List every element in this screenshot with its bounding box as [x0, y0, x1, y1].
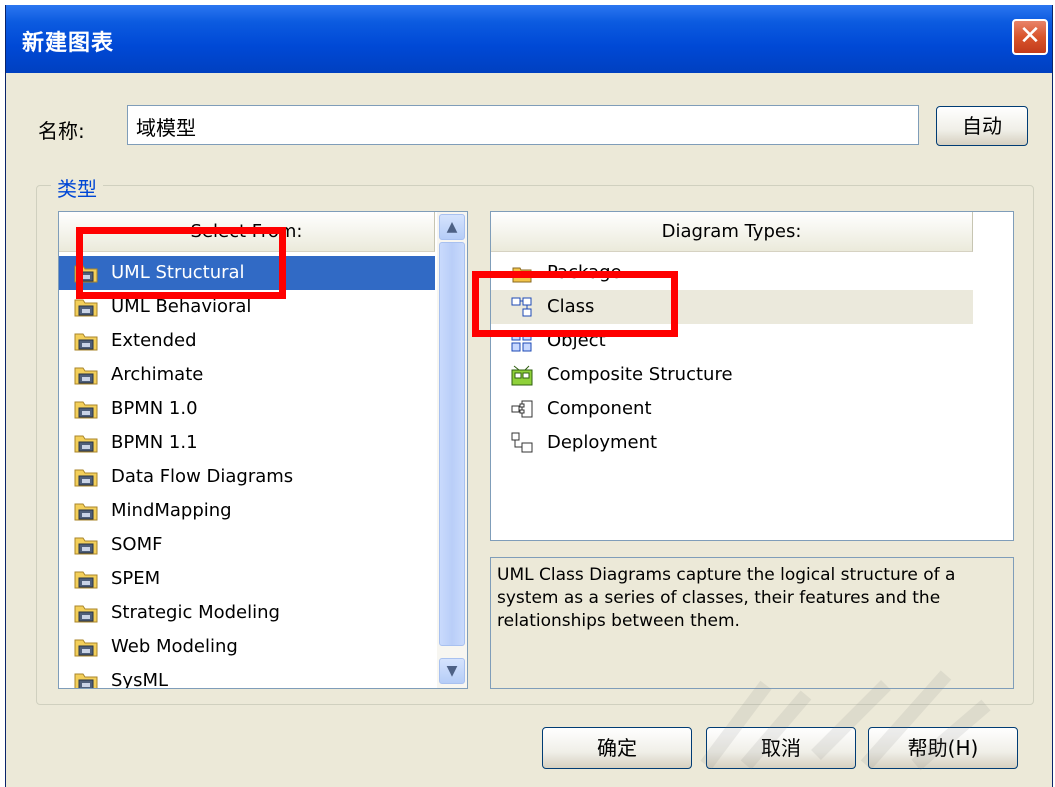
list-item-label: Archimate [111, 364, 204, 385]
close-icon: ✕ [1019, 21, 1041, 51]
list-item-label: Extended [111, 330, 197, 351]
deployment-diagram-icon [511, 432, 533, 453]
folder-package-icon [74, 435, 98, 453]
list-item[interactable]: SysML [59, 664, 435, 689]
folder-package-icon [74, 503, 98, 521]
folder-package-icon [74, 333, 98, 351]
list-item-label: SPEM [111, 568, 161, 589]
list-item-label: Data Flow Diagrams [111, 466, 294, 487]
folder-package-icon [74, 673, 98, 688]
list-item-label: SOMF [111, 534, 163, 555]
composite-structure-icon [511, 365, 533, 386]
list-item[interactable]: MindMapping [59, 494, 435, 528]
diagram-types-header[interactable]: Diagram Types: [491, 212, 973, 252]
diagram-types-list[interactable]: Diagram Types: Package Class Object Composi… [490, 211, 1014, 541]
diagram-type-item[interactable]: Component [491, 392, 973, 426]
diagram-type-item[interactable]: Composite Structure [491, 358, 973, 392]
list-item[interactable]: Strategic Modeling [59, 596, 435, 630]
auto-button[interactable]: 自动 [936, 106, 1028, 146]
scroll-up-button[interactable]: ▲ [439, 214, 465, 240]
scroll-thumb[interactable] [439, 242, 465, 646]
diagram-type-label: Composite Structure [547, 364, 733, 385]
name-label: 名称: [38, 119, 85, 143]
title-bar[interactable]: 新建图表 ✕ [6, 5, 1052, 73]
folder-package-icon [74, 401, 98, 419]
list-item-label: Strategic Modeling [111, 602, 280, 623]
highlight-class [472, 271, 678, 337]
close-button[interactable]: ✕ [1012, 19, 1048, 55]
list-item-label: MindMapping [111, 500, 232, 521]
folder-package-icon [74, 571, 98, 589]
list-item-label: BPMN 1.0 [111, 398, 198, 419]
type-group-title: 类型 [51, 173, 103, 202]
dialog-title: 新建图表 [22, 31, 115, 56]
list-item[interactable]: BPMN 1.1 [59, 426, 435, 460]
list-item[interactable]: SPEM [59, 562, 435, 596]
diagram-type-label: Component [547, 398, 652, 419]
folder-package-icon [74, 605, 98, 623]
diagram-type-item[interactable]: Deployment [491, 426, 973, 460]
name-input[interactable]: 域模型 [127, 105, 919, 145]
list-item[interactable]: Web Modeling [59, 630, 435, 664]
list-item[interactable]: Archimate [59, 358, 435, 392]
diagram-description: UML Class Diagrams capture the logical s… [490, 557, 1014, 689]
folder-package-icon [74, 639, 98, 657]
folder-package-icon [74, 367, 98, 385]
cancel-button[interactable]: 取消 [706, 727, 856, 769]
component-diagram-icon [511, 400, 533, 418]
ok-button[interactable]: 确定 [542, 727, 692, 769]
list-item-label: SysML [111, 670, 169, 689]
list-item-label: BPMN 1.1 [111, 432, 198, 453]
highlight-uml-structural [76, 227, 286, 299]
list-item[interactable]: BPMN 1.0 [59, 392, 435, 426]
list-item[interactable]: Extended [59, 324, 435, 358]
list-item-label: Web Modeling [111, 636, 238, 657]
list-item[interactable]: Data Flow Diagrams [59, 460, 435, 494]
new-diagram-dialog: 新建图表 ✕ 名称: 域模型 自动 类型 Select From: UML St… [5, 5, 1053, 787]
help-button[interactable]: 帮助(H) [868, 727, 1018, 769]
list-item[interactable]: SOMF [59, 528, 435, 562]
vertical-scrollbar[interactable]: ▲ ▼ [437, 212, 467, 688]
scroll-down-button[interactable]: ▼ [439, 658, 465, 684]
folder-package-icon [74, 537, 98, 555]
diagram-type-label: Deployment [547, 432, 658, 453]
folder-package-icon [74, 469, 98, 487]
